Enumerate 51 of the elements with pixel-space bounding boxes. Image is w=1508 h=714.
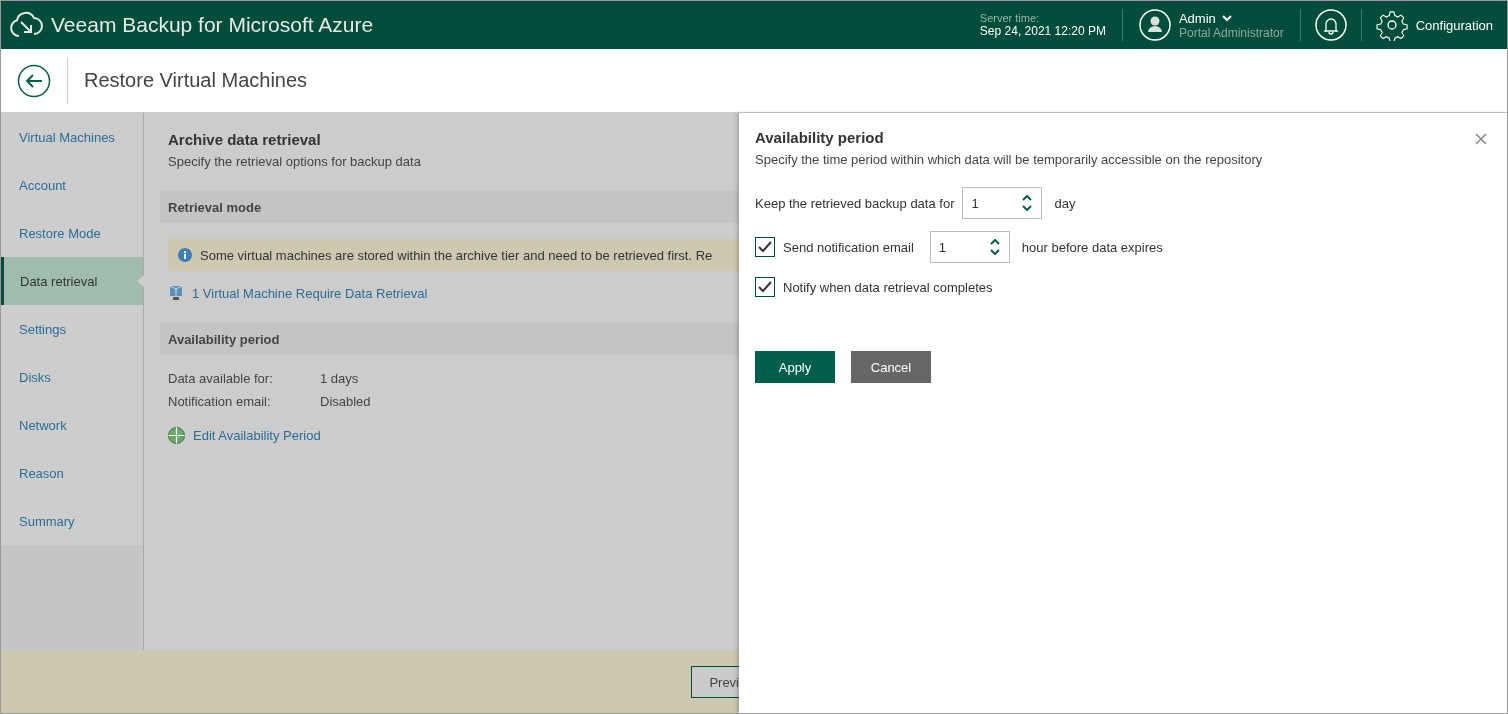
checkbox-label: Notify when data retrieval completes [783,279,993,295]
info-text: Some virtual machines are stored within the archive tier and need to be retrieved first. Re [200,247,713,263]
app-title: Veeam Backup for Microsoft Azure [51,13,374,37]
vm-retrieval-link[interactable]: 1 Virtual Machine Require Data Retrieval [192,285,428,301]
detail-label: Notification email: [168,394,272,409]
wizard-step[interactable]: Summary [1,497,143,545]
chevron-down-icon[interactable] [989,249,1000,255]
user-role: Portal Administrator [1178,25,1284,40]
section-header: Retrieval mode [160,191,740,223]
apply-button[interactable]: Apply [755,351,835,383]
server-time-label: Server time: [979,12,1041,24]
previous-button[interactable]: Previ [691,666,739,698]
wizard-step[interactable]: Account [1,161,143,209]
server-time: Sep 24, 2021 12:20 PM [979,24,1106,38]
wizard-step[interactable]: Settings [1,305,143,353]
user-avatar-icon[interactable] [1138,9,1171,41]
wizard-step[interactable]: Data retrieval [1,257,143,305]
section-subtitle: Specify the retrieval options for backup data [167,153,422,169]
keep-label: Keep the retrieved backup data for [755,195,955,211]
edit-availability-link[interactable]: Edit Availability Period [193,428,321,443]
close-icon[interactable] [1475,133,1487,145]
wizard-step[interactable]: Disks [1,353,143,401]
section-header: Availability period [160,323,740,355]
chevron-up-icon[interactable] [989,239,1000,245]
panel-title: Availability period [755,129,884,146]
wizard-step[interactable]: Restore Mode [1,209,143,257]
number-field[interactable]: 1 [929,231,1010,263]
section-title: Archive data retrieval [167,131,322,148]
caret-icon[interactable] [1221,14,1232,22]
checkbox-label: Send notification email [783,239,914,255]
chevron-down-icon[interactable] [1022,205,1033,211]
notifications-bell-icon[interactable] [1314,9,1347,41]
info-icon [178,248,192,262]
wizard-step[interactable]: Reason [1,449,143,497]
wizard-step[interactable]: Virtual Machines [1,113,143,161]
detail-value: 1 days [320,371,360,386]
checkbox[interactable] [755,237,775,257]
chevron-up-icon[interactable] [1022,195,1033,201]
page-title: Restore Virtual Machines [83,69,308,92]
detail-label: Data available for: [168,371,274,386]
checkbox[interactable] [755,277,775,297]
settings-gear-icon[interactable] [1375,9,1408,41]
wizard-step[interactable]: Network [1,401,143,449]
user-menu[interactable]: Admin [1178,10,1216,26]
unit-label: day [1054,195,1076,211]
number-field[interactable]: 1 [962,187,1043,219]
cancel-button[interactable]: Cancel [851,351,931,383]
panel-subtitle: Specify the time period within which data will be temporarily accessible on the repository [755,151,1264,167]
configuration-link[interactable]: Configuration [1415,17,1493,33]
detail-value: Disabled [320,394,372,409]
unit-label: hour before data expires [1021,239,1163,255]
